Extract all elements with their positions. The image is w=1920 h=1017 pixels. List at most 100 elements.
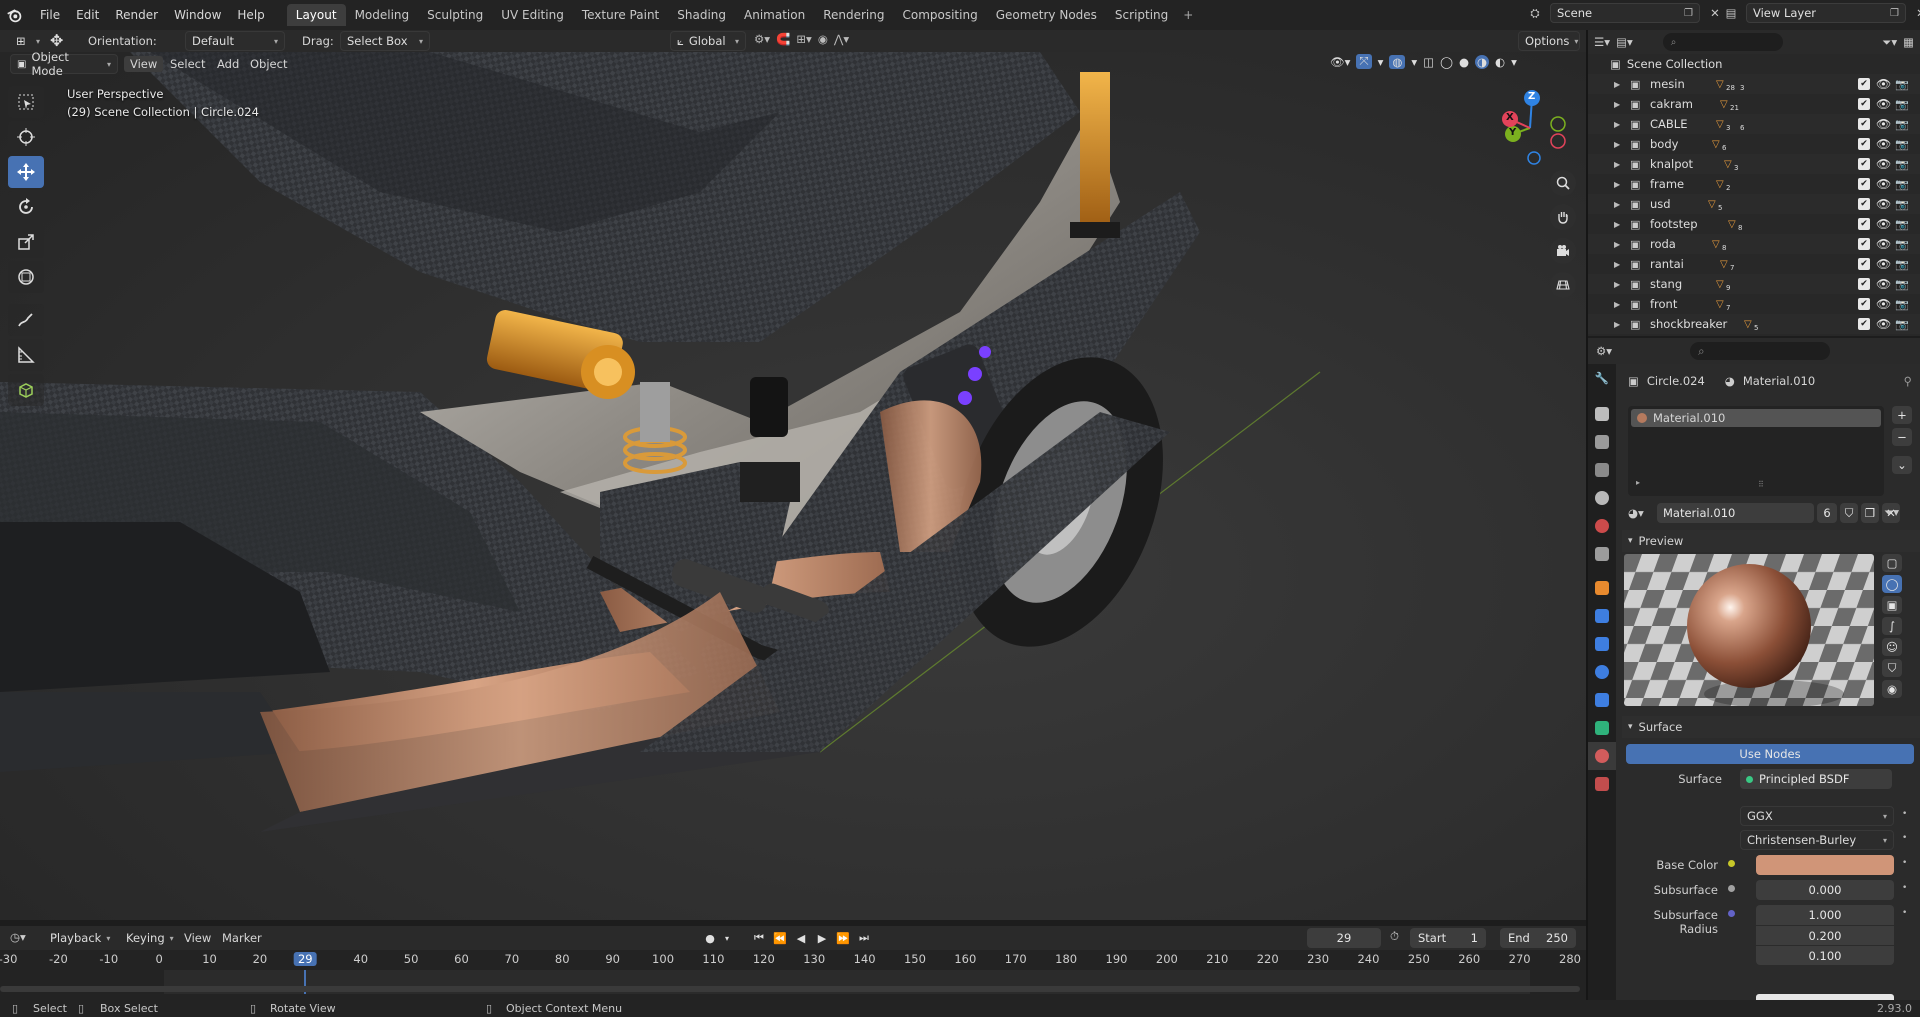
preview-cloth-icon[interactable]: ⛉ [1882,659,1902,677]
duplicate-icon[interactable]: ❐ [1861,503,1879,523]
constraints-tab-icon[interactable] [1588,686,1616,714]
expand-arrow-icon[interactable]: ▶ [1614,160,1620,169]
fake-user-icon[interactable]: ⛉ [1840,503,1858,523]
navigation-gizmo[interactable]: Z Y X [1498,86,1578,170]
eye-icon[interactable]: 👁 [1876,237,1891,251]
editor-type-dropdown[interactable]: ⊞ ▾ [10,31,46,51]
new-collection-icon[interactable]: ▦ [1903,35,1914,49]
add-cube-tool[interactable] [8,374,44,406]
render-camera-icon[interactable]: 📷 [1895,218,1909,231]
preview-cube-icon[interactable]: ▣ [1882,596,1902,614]
tab-animation[interactable]: Animation [735,4,814,26]
exclude-checkbox[interactable]: ✔ [1858,178,1870,190]
slot-expand-icon[interactable]: ▸ [1636,478,1640,487]
orientation-dropdown[interactable]: Default ▾ [185,31,285,51]
render-camera-icon[interactable]: 📷 [1895,258,1909,271]
subsurface-method-dropdown[interactable]: Christensen-Burley ▾ [1740,830,1894,850]
expand-arrow-icon[interactable]: ▶ [1614,100,1620,109]
material-slot[interactable]: Material.010 [1631,409,1881,427]
proportional-edit-icon[interactable]: ◉ [818,32,828,46]
texture-tab-icon[interactable] [1588,770,1616,798]
eye-icon[interactable]: 👁 [1876,297,1891,311]
material-name-field[interactable]: Material.010 [1657,503,1814,523]
eye-icon[interactable]: 👁 [1876,137,1891,151]
output-tab-icon[interactable] [1588,428,1616,456]
outliner-row[interactable]: ▶ ▣ roda ▽ 8 ✔ 👁 📷 [1588,234,1920,254]
remove-slot-button[interactable]: − [1892,428,1912,446]
use-nodes-button[interactable]: Use Nodes [1626,744,1914,764]
surface-shader-field[interactable]: Principled BSDF [1740,769,1892,789]
move-tool[interactable] [8,156,44,188]
annotate-tool[interactable] [8,304,44,336]
render-camera-icon[interactable]: 📷 [1895,198,1909,211]
end-frame-field[interactable]: End 250 [1500,928,1576,948]
shading-wireframe-icon[interactable]: ◯ [1440,55,1453,69]
render-camera-icon[interactable]: 📷 [1895,178,1909,191]
animate-dot[interactable]: • [1902,809,1907,819]
tab-texture-paint[interactable]: Texture Paint [573,4,668,26]
exclude-checkbox[interactable]: ✔ [1858,258,1870,270]
distribution-dropdown[interactable]: GGX ▾ [1740,806,1894,826]
current-frame-field[interactable]: 29 [1307,928,1381,948]
outliner-row[interactable]: ▶ ▣ body ▽ 6 ✔ 👁 📷 [1588,134,1920,154]
preview-hair-icon[interactable]: ∫ [1882,617,1902,635]
render-tab-icon[interactable] [1588,400,1616,428]
blender-logo-icon[interactable] [0,0,28,30]
eye-icon[interactable]: 👁 [1876,157,1891,171]
render-camera-icon[interactable]: 📷 [1895,278,1909,291]
exclude-checkbox[interactable]: ✔ [1858,138,1870,150]
visibility-icon[interactable]: 👁▾ [1330,55,1350,69]
expand-arrow-icon[interactable]: ▶ [1614,280,1620,289]
exclude-checkbox[interactable]: ✔ [1858,158,1870,170]
preview-range-icon[interactable]: ⏱ [1390,929,1399,944]
cursor-tool[interactable] [8,121,44,153]
material-tab-icon[interactable] [1588,742,1616,770]
scene-name-field[interactable]: Scene ❐ [1550,3,1700,23]
add-workspace-icon[interactable]: + [1177,4,1199,26]
expand-arrow-icon[interactable]: ▶ [1614,120,1620,129]
timeline[interactable]: -30 -20 -10 0 10 20 29 40 50 60 70 80 90 100 110 120 130… [0,950,1586,1000]
mode-dropdown[interactable]: ▣ Object Mode ▾ [10,50,118,78]
shading-dropdown-icon[interactable]: ▾ [1511,55,1517,69]
eye-icon[interactable]: 👁 [1876,277,1891,291]
expand-arrow-icon[interactable]: ▶ [1614,200,1620,209]
expand-arrow-icon[interactable]: ▶ [1614,300,1620,309]
eye-icon[interactable]: 👁 [1876,97,1891,111]
animate-dot[interactable]: • [1902,833,1907,843]
user-count[interactable]: 6 [1817,503,1837,523]
menu-window[interactable]: Window [166,0,229,30]
material-link-dropdown[interactable]: ⏷▾ [1884,505,1899,520]
view-layer-field[interactable]: View Layer ❐ [1746,3,1906,23]
play-reverse-icon[interactable]: ◀ [791,928,811,948]
eye-icon[interactable]: 👁 [1876,197,1891,211]
render-camera-icon[interactable]: 📷 [1895,158,1909,171]
render-camera-icon[interactable]: 📷 [1895,118,1909,131]
measure-tool[interactable] [8,339,44,371]
menu-render[interactable]: Render [107,0,166,30]
tab-layout[interactable]: Layout [286,4,346,26]
properties-search-input[interactable]: ⌕ [1690,342,1831,360]
expand-arrow-icon[interactable]: ▶ [1614,80,1620,89]
collection-tab-icon[interactable] [1588,540,1616,568]
auto-key-dropdown-icon[interactable]: ▾ [721,928,733,948]
play-icon[interactable]: ▶ [812,928,832,948]
exclude-checkbox[interactable]: ✔ [1858,118,1870,130]
options-dropdown[interactable]: Options ▾ [1518,31,1580,51]
menu-select[interactable]: Select [170,57,205,71]
keying-menu[interactable]: Keying ▾ [120,928,178,948]
tab-geometry-nodes[interactable]: Geometry Nodes [987,4,1106,26]
surface-panel-header[interactable]: ▾ Surface [1622,716,1920,738]
outliner-row[interactable]: ▶ ▣ mesin ▽ 28 3 ✔ 👁 📷 [1588,74,1920,94]
frame-ruler[interactable]: -30 -20 -10 0 10 20 29 40 50 60 70 80 90 100 110 120 130… [0,950,1586,970]
animate-dot[interactable]: • [1902,858,1907,868]
expand-arrow-icon[interactable]: ▶ [1614,260,1620,269]
expand-arrow-icon[interactable]: ▶ [1614,220,1620,229]
preview-fluid-icon[interactable]: ◉ [1882,680,1902,698]
subsurface-field[interactable]: 0.000 [1756,880,1894,900]
start-frame-field[interactable]: Start 1 [1410,928,1486,948]
shading-material-icon[interactable]: ◑ [1474,54,1490,69]
scene-tab-icon[interactable] [1588,484,1616,512]
outliner-row[interactable]: ▶ ▣ cakram ▽ 21 ✔ 👁 📷 [1588,94,1920,114]
overlay-dropdown-icon[interactable]: ▾ [1411,55,1417,69]
particles-tab-icon[interactable] [1588,630,1616,658]
